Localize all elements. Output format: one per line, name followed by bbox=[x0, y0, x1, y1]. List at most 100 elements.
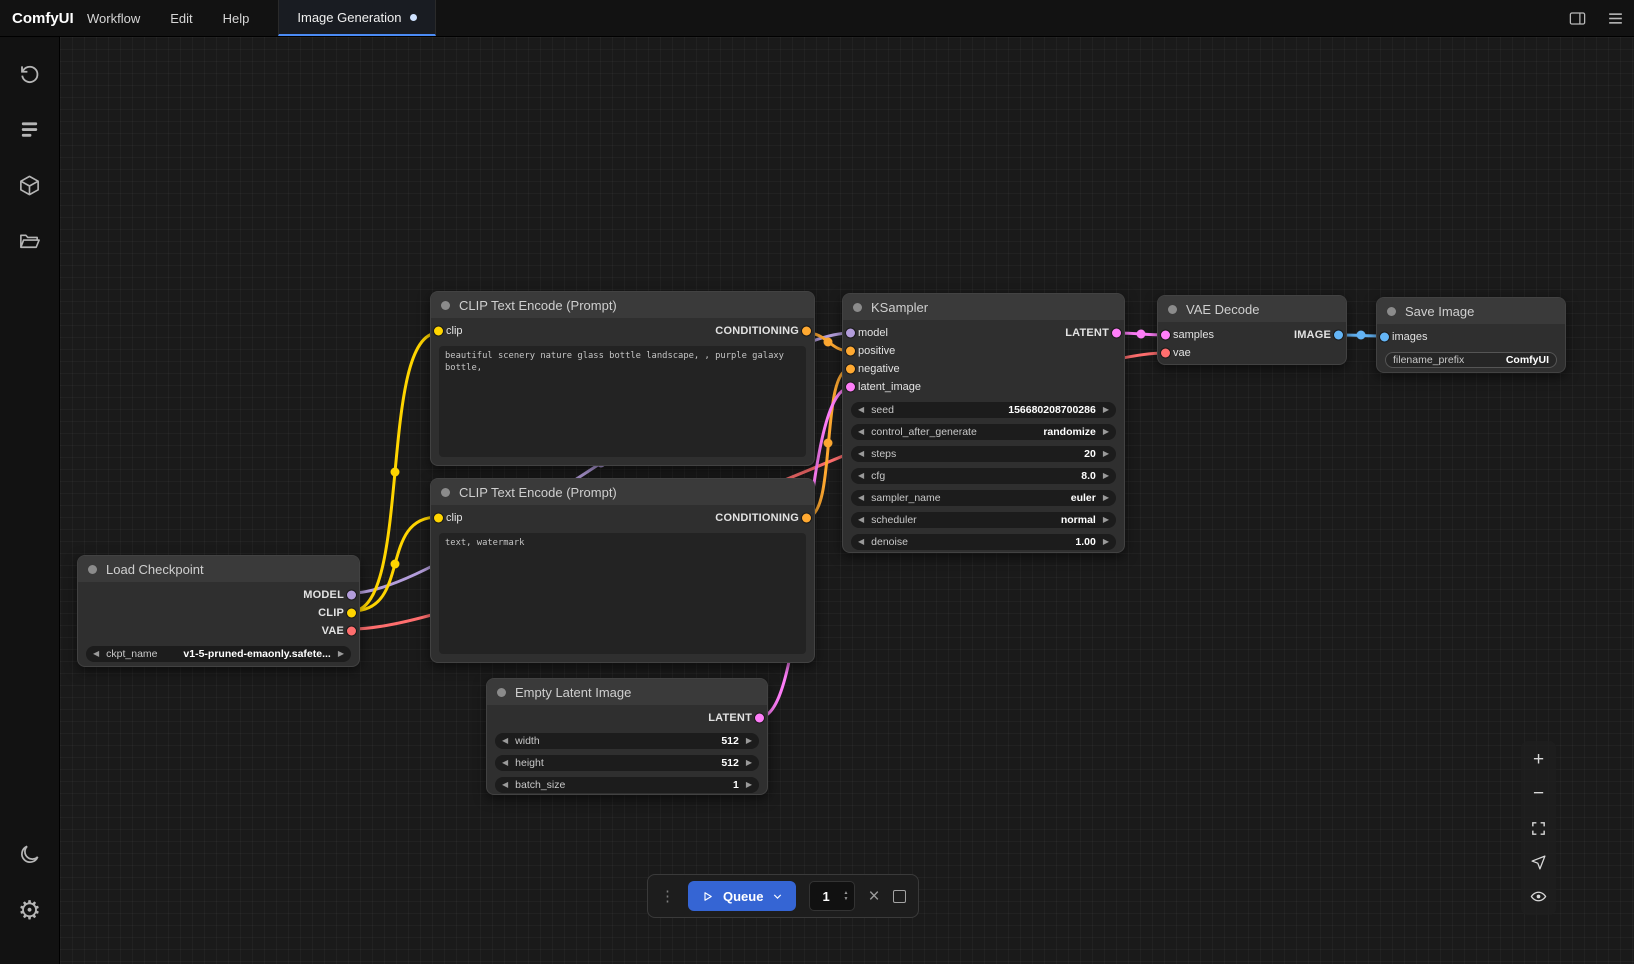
increment-icon[interactable]: ▶ bbox=[338, 650, 344, 658]
collapse-dot-icon[interactable] bbox=[441, 301, 450, 310]
collapse-dot-icon[interactable] bbox=[441, 488, 450, 497]
count-stepper[interactable]: ▲ ▼ bbox=[844, 891, 849, 902]
increment-icon[interactable]: ▶ bbox=[1103, 516, 1109, 524]
collapse-dot-icon[interactable] bbox=[88, 565, 97, 574]
output-dot-conditioning[interactable] bbox=[802, 514, 811, 523]
node-title-bar[interactable]: KSampler bbox=[843, 294, 1124, 320]
widget-sampler-name[interactable]: ◀ sampler_name euler ▶ bbox=[851, 490, 1116, 506]
stop-icon[interactable] bbox=[893, 890, 906, 903]
widget-seed[interactable]: ◀ seed 156680208700286 ▶ bbox=[851, 402, 1116, 418]
decrement-icon[interactable]: ◀ bbox=[858, 428, 864, 436]
queue-button[interactable]: Queue bbox=[688, 881, 796, 911]
node-ksampler[interactable]: KSampler model LATENT positive negative … bbox=[842, 293, 1125, 553]
drag-handle-icon[interactable]: ⋮ bbox=[660, 889, 675, 904]
prompt-textarea[interactable]: beautiful scenery nature glass bottle la… bbox=[439, 346, 806, 457]
zoom-out-icon[interactable]: − bbox=[1521, 777, 1556, 811]
model-library-icon[interactable] bbox=[2, 157, 58, 213]
input-dot-model[interactable] bbox=[846, 329, 855, 338]
clear-queue-icon[interactable]: × bbox=[868, 887, 879, 906]
collapse-dot-icon[interactable] bbox=[1168, 305, 1177, 314]
output-dot-model[interactable] bbox=[347, 591, 356, 600]
node-title-bar[interactable]: VAE Decode bbox=[1158, 296, 1346, 322]
decrement-icon[interactable]: ◀ bbox=[858, 472, 864, 480]
collapse-dot-icon[interactable] bbox=[1387, 307, 1396, 316]
increment-icon[interactable]: ▶ bbox=[1103, 472, 1109, 480]
stepper-up-icon[interactable]: ▲ bbox=[844, 891, 849, 896]
decrement-icon[interactable]: ◀ bbox=[93, 650, 99, 658]
node-title-bar[interactable]: Empty Latent Image bbox=[487, 679, 767, 705]
widget-control-after-generate[interactable]: ◀ control_after_generate randomize ▶ bbox=[851, 424, 1116, 440]
node-empty-latent-image[interactable]: Empty Latent Image LATENT ◀ width 512 ▶ … bbox=[486, 678, 768, 795]
menu-edit[interactable]: Edit bbox=[155, 0, 207, 36]
node-clip-text-encode-negative[interactable]: CLIP Text Encode (Prompt) clip CONDITION… bbox=[430, 478, 815, 663]
batch-count-input[interactable]: 1 ▲ ▼ bbox=[809, 881, 855, 911]
decrement-icon[interactable]: ◀ bbox=[502, 737, 508, 745]
node-clip-text-encode-positive[interactable]: CLIP Text Encode (Prompt) clip CONDITION… bbox=[430, 291, 815, 466]
node-title-bar[interactable]: CLIP Text Encode (Prompt) bbox=[431, 479, 814, 505]
input-dot-samples[interactable] bbox=[1161, 331, 1170, 340]
decrement-icon[interactable]: ◀ bbox=[502, 781, 508, 789]
decrement-icon[interactable]: ◀ bbox=[858, 406, 864, 414]
toggle-panel-icon[interactable] bbox=[1558, 0, 1596, 36]
select-mode-icon[interactable] bbox=[1521, 845, 1556, 879]
output-dot-latent[interactable] bbox=[755, 714, 764, 723]
increment-icon[interactable]: ▶ bbox=[746, 737, 752, 745]
increment-icon[interactable]: ▶ bbox=[1103, 494, 1109, 502]
tab-image-generation[interactable]: Image Generation bbox=[278, 0, 436, 36]
decrement-icon[interactable]: ◀ bbox=[502, 759, 508, 767]
node-load-checkpoint[interactable]: Load Checkpoint MODEL CLIP VAE ◀ ckpt_na… bbox=[77, 555, 360, 667]
input-dot-negative[interactable] bbox=[846, 365, 855, 374]
decrement-icon[interactable]: ◀ bbox=[858, 494, 864, 502]
widget-steps[interactable]: ◀ steps 20 ▶ bbox=[851, 446, 1116, 462]
toggle-visibility-eye-icon[interactable] bbox=[1521, 879, 1556, 913]
output-dot-image[interactable] bbox=[1334, 331, 1343, 340]
increment-icon[interactable]: ▶ bbox=[746, 759, 752, 767]
input-dot-clip[interactable] bbox=[434, 514, 443, 523]
input-dot-latent-image[interactable] bbox=[846, 383, 855, 392]
input-dot-clip[interactable] bbox=[434, 327, 443, 336]
increment-icon[interactable]: ▶ bbox=[1103, 406, 1109, 414]
collapse-dot-icon[interactable] bbox=[853, 303, 862, 312]
output-dot-clip[interactable] bbox=[347, 609, 356, 618]
decrement-icon[interactable]: ◀ bbox=[858, 516, 864, 524]
increment-icon[interactable]: ▶ bbox=[1103, 450, 1109, 458]
node-save-image[interactable]: Save Image images filename_prefix ComfyU… bbox=[1376, 297, 1566, 373]
prompt-textarea[interactable]: text, watermark bbox=[439, 533, 806, 654]
menu-workflow[interactable]: Workflow bbox=[72, 0, 155, 36]
output-dot-latent[interactable] bbox=[1112, 329, 1121, 338]
node-vae-decode[interactable]: VAE Decode samples IMAGE vae bbox=[1157, 295, 1347, 365]
collapse-dot-icon[interactable] bbox=[497, 688, 506, 697]
node-title-bar[interactable]: CLIP Text Encode (Prompt) bbox=[431, 292, 814, 318]
stepper-down-icon[interactable]: ▼ bbox=[844, 897, 849, 902]
fit-view-icon[interactable] bbox=[1521, 811, 1556, 845]
menu-help[interactable]: Help bbox=[208, 0, 265, 36]
node-title: Empty Latent Image bbox=[515, 685, 631, 700]
increment-icon[interactable]: ▶ bbox=[746, 781, 752, 789]
widget-ckpt-name[interactable]: ◀ ckpt_name v1-5-pruned-emaonly.safete..… bbox=[86, 646, 351, 662]
zoom-in-icon[interactable]: + bbox=[1521, 743, 1556, 777]
settings-gear-icon[interactable]: ⚙ bbox=[2, 882, 58, 938]
widget-width[interactable]: ◀ width 512 ▶ bbox=[495, 733, 759, 749]
increment-icon[interactable]: ▶ bbox=[1103, 428, 1109, 436]
output-dot-vae[interactable] bbox=[347, 627, 356, 636]
workflows-folder-icon[interactable] bbox=[2, 213, 58, 269]
history-icon[interactable] bbox=[2, 45, 58, 101]
widget-cfg[interactable]: ◀ cfg 8.0 ▶ bbox=[851, 468, 1116, 484]
hamburger-menu-icon[interactable] bbox=[1596, 0, 1634, 36]
widget-denoise[interactable]: ◀ denoise 1.00 ▶ bbox=[851, 534, 1116, 550]
decrement-icon[interactable]: ◀ bbox=[858, 450, 864, 458]
increment-icon[interactable]: ▶ bbox=[1103, 538, 1109, 546]
input-dot-positive[interactable] bbox=[846, 347, 855, 356]
widget-batch-size[interactable]: ◀ batch_size 1 ▶ bbox=[495, 777, 759, 793]
widget-filename-prefix[interactable]: filename_prefix ComfyUI bbox=[1385, 352, 1557, 368]
queue-list-icon[interactable] bbox=[2, 101, 58, 157]
node-title-bar[interactable]: Save Image bbox=[1377, 298, 1565, 324]
input-dot-images[interactable] bbox=[1380, 333, 1389, 342]
theme-moon-icon[interactable] bbox=[2, 826, 58, 882]
node-title-bar[interactable]: Load Checkpoint bbox=[78, 556, 359, 582]
widget-height[interactable]: ◀ height 512 ▶ bbox=[495, 755, 759, 771]
widget-scheduler[interactable]: ◀ scheduler normal ▶ bbox=[851, 512, 1116, 528]
input-dot-vae[interactable] bbox=[1161, 349, 1170, 358]
decrement-icon[interactable]: ◀ bbox=[858, 538, 864, 546]
output-dot-conditioning[interactable] bbox=[802, 327, 811, 336]
